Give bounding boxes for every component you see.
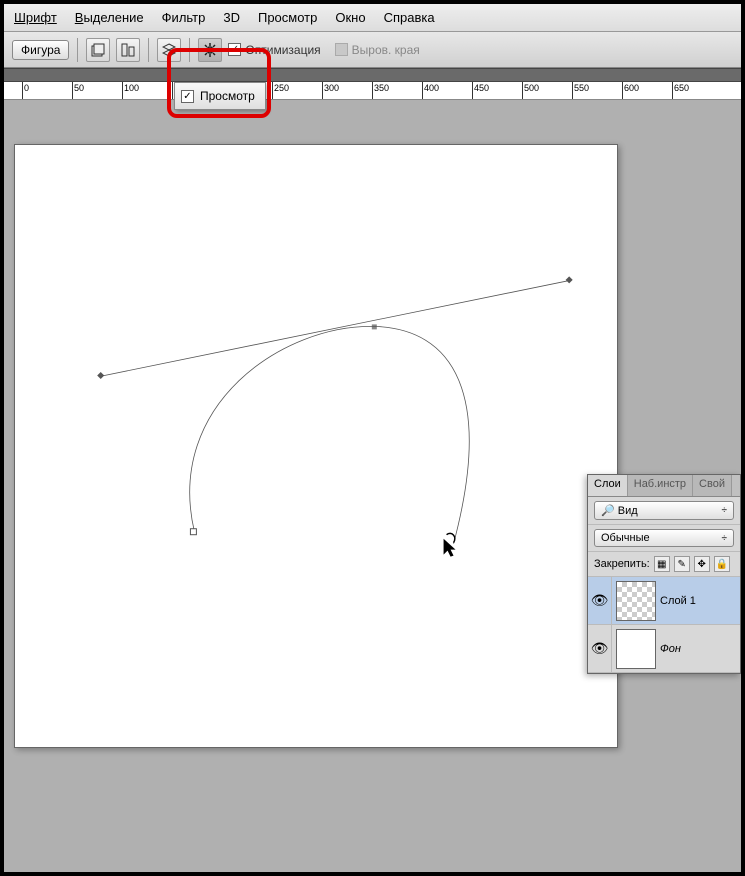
blend-mode-dropdown[interactable]: Обычные	[594, 529, 734, 547]
lock-all-icon[interactable]: 🔒	[714, 556, 730, 572]
layer-name[interactable]: Фон	[660, 643, 681, 655]
document-canvas[interactable]	[14, 144, 618, 748]
checkbox-icon: ✓	[228, 43, 241, 56]
lock-row: Закрепить: ▦ ✎ ✥ 🔒	[588, 552, 740, 577]
menu-view[interactable]: Просмотр	[258, 10, 317, 25]
align-icon[interactable]	[116, 38, 140, 62]
layer-row[interactable]: 👁 Фон	[588, 625, 740, 673]
menu-3d[interactable]: 3D	[223, 10, 240, 25]
align-edges-checkbox[interactable]: Выров. края	[335, 43, 420, 57]
menu-font[interactable]: Шрифт	[14, 10, 57, 25]
menu-bar: Шрифт ВВыделениеыделение Фильтр 3D Просм…	[4, 4, 741, 32]
visibility-icon[interactable]: 👁	[588, 577, 612, 624]
menu-help[interactable]: Справка	[384, 10, 435, 25]
horizontal-ruler: 050100150200250300350400450500550600650	[4, 82, 741, 100]
divider	[148, 38, 149, 62]
layers-panel: Слои Наб.инстр Свой 🔎 Вид Обычные Закреп…	[587, 474, 741, 674]
divider	[77, 38, 78, 62]
preview-option[interactable]: Просмотр	[200, 89, 255, 103]
layer-name[interactable]: Слой 1	[660, 595, 696, 607]
new-layer-icon[interactable]	[86, 38, 110, 62]
shape-mode-button[interactable]: Фигура	[12, 40, 69, 60]
lock-position-icon[interactable]: ✥	[694, 556, 710, 572]
divider	[189, 38, 190, 62]
layers-stack-icon[interactable]	[157, 38, 181, 62]
checkbox-icon: ✓	[181, 90, 194, 103]
layer-thumbnail[interactable]	[616, 629, 656, 669]
visibility-icon[interactable]: 👁	[588, 625, 612, 672]
lock-label: Закрепить:	[594, 558, 650, 570]
tab-layers[interactable]: Слои	[588, 475, 628, 496]
optimize-checkbox[interactable]: ✓ Оптимизация	[228, 43, 320, 57]
gear-icon[interactable]	[198, 38, 222, 62]
tab-bar	[4, 68, 741, 82]
align-edges-label: Выров. края	[352, 43, 420, 57]
gear-dropdown[interactable]: ✓ Просмотр	[174, 82, 266, 110]
menu-window[interactable]: Окно	[335, 10, 365, 25]
tab-properties[interactable]: Свой	[693, 475, 732, 496]
layer-row[interactable]: 👁 Слой 1	[588, 577, 740, 625]
lock-transparency-icon[interactable]: ▦	[654, 556, 670, 572]
tab-tool-presets[interactable]: Наб.инстр	[628, 475, 693, 496]
panel-tabs: Слои Наб.инстр Свой	[588, 475, 740, 497]
checkbox-icon	[335, 43, 348, 56]
optimize-label: Оптимизация	[245, 43, 320, 57]
path-drawing	[15, 145, 617, 747]
menu-filter[interactable]: Фильтр	[162, 10, 206, 25]
menu-select[interactable]: ВВыделениеыделение	[75, 10, 144, 25]
filter-kind-dropdown[interactable]: 🔎 Вид	[594, 501, 734, 520]
layer-thumbnail[interactable]	[616, 581, 656, 621]
options-bar: Фигура ✓ Оптимизация Выров. края	[4, 32, 741, 68]
lock-pixels-icon[interactable]: ✎	[674, 556, 690, 572]
